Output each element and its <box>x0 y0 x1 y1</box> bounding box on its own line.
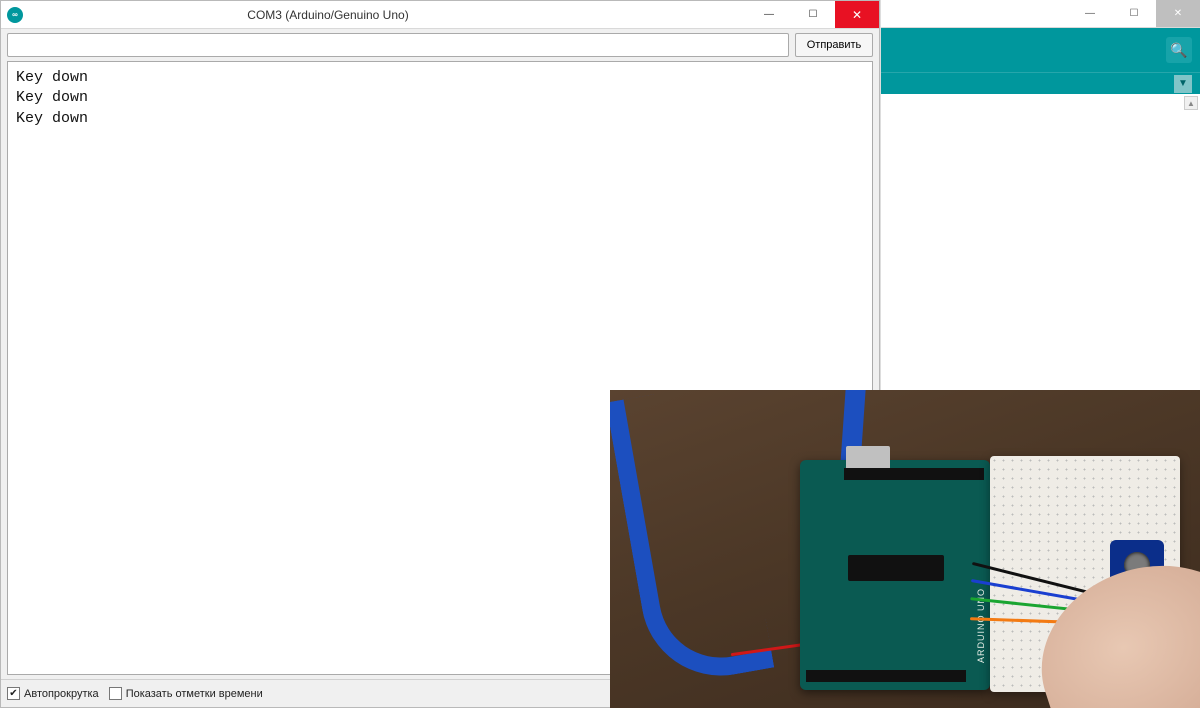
window-title: COM3 (Arduino/Genuino Uno) <box>29 8 627 22</box>
scrollbar-up-button[interactable]: ▲ <box>1184 96 1198 110</box>
close-icon: ✕ <box>852 8 862 22</box>
timestamp-checkbox[interactable]: Показать отметки времени <box>109 687 263 700</box>
ide-close-button[interactable]: ✕ <box>1156 0 1200 27</box>
search-icon: 🔍 <box>1170 42 1187 59</box>
autoscroll-label: Автопрокрутка <box>24 688 99 700</box>
ide-editor-area[interactable]: ▲ <box>881 94 1200 390</box>
pin-header <box>806 670 966 682</box>
chevron-up-icon: ▲ <box>1187 99 1195 108</box>
timestamp-label: Показать отметки времени <box>126 688 263 700</box>
pin-header <box>844 468 984 480</box>
arduino-ide-window: — ☐ ✕ 🔍 ▼ ▲ <box>880 0 1200 390</box>
ide-tab-row: ▼ <box>881 72 1200 94</box>
maximize-icon: ☐ <box>809 9 818 20</box>
checkbox-icon <box>109 687 122 700</box>
send-button[interactable]: Отправить <box>795 33 873 57</box>
usb-cable <box>610 390 774 688</box>
chevron-down-icon: ▼ <box>1178 78 1188 89</box>
minimize-icon: — <box>764 9 774 20</box>
arduino-uno-board: ARDUINO UNO <box>800 460 990 690</box>
ide-titlebar[interactable]: — ☐ ✕ <box>881 0 1200 28</box>
ide-toolbar: 🔍 <box>881 28 1200 72</box>
close-button[interactable]: ✕ <box>835 1 879 28</box>
checkbox-icon: ✔ <box>7 687 20 700</box>
maximize-icon: ☐ <box>1130 8 1139 19</box>
autoscroll-checkbox[interactable]: ✔ Автопрокрутка <box>7 687 99 700</box>
arduino-app-icon: ∞ <box>7 7 23 23</box>
serial-monitor-button[interactable]: 🔍 <box>1166 37 1192 63</box>
serial-input[interactable] <box>7 33 789 57</box>
hardware-photo-overlay: ARDUINO UNO <box>610 390 1200 708</box>
close-icon: ✕ <box>1174 8 1182 19</box>
ide-minimize-button[interactable]: — <box>1068 0 1112 27</box>
titlebar[interactable]: ∞ COM3 (Arduino/Genuino Uno) — ☐ ✕ <box>1 1 879 29</box>
maximize-button[interactable]: ☐ <box>791 1 835 28</box>
tab-menu-button[interactable]: ▼ <box>1174 75 1192 93</box>
send-row: Отправить <box>1 29 879 61</box>
ide-maximize-button[interactable]: ☐ <box>1112 0 1156 27</box>
minimize-button[interactable]: — <box>747 1 791 28</box>
microcontroller-chip <box>848 555 944 581</box>
window-controls: — ☐ ✕ <box>747 1 879 28</box>
minimize-icon: — <box>1085 8 1095 19</box>
